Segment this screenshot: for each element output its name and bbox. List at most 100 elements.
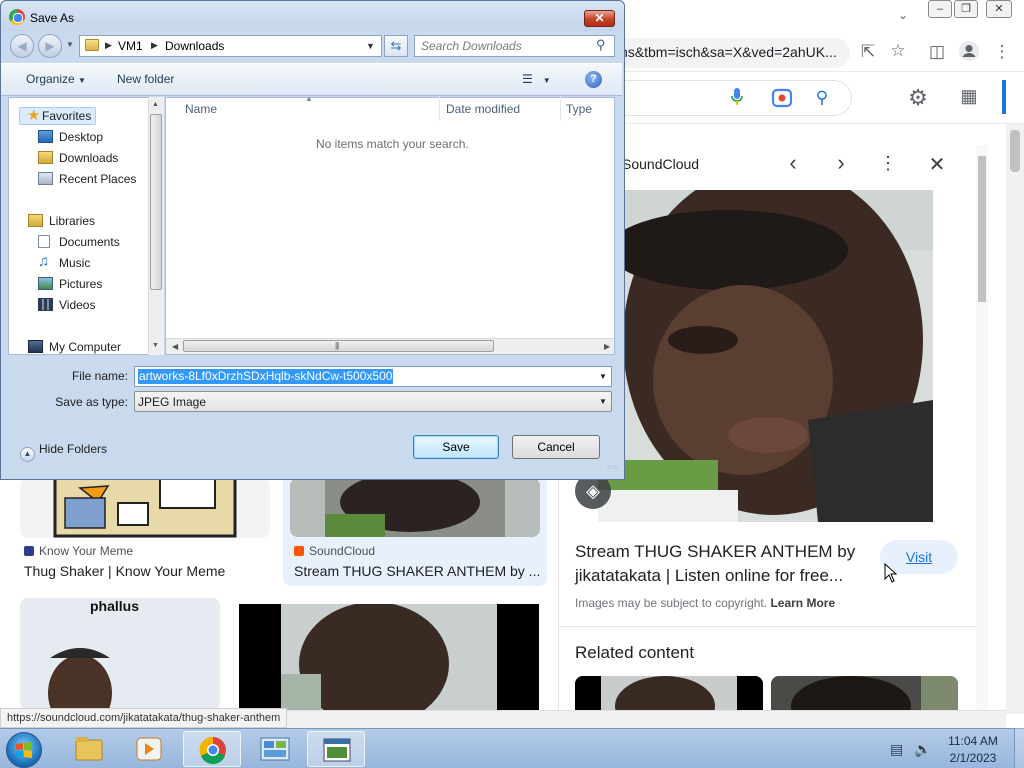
network-icon[interactable]: ▤ [890, 741, 903, 758]
scroll-right-icon[interactable]: ▶ [604, 342, 610, 351]
nav-pictures[interactable]: Pictures [59, 277, 102, 291]
lens-search-icon[interactable] [771, 87, 793, 114]
address-bar-url[interactable]: ns&tbm=isch&sa=X&ved=2ahUK... [620, 44, 837, 60]
settings-gear-icon[interactable]: ⚙ [907, 85, 929, 111]
taskbar-chrome[interactable] [183, 731, 241, 767]
profile-avatar-icon[interactable] [958, 40, 980, 67]
organize-button[interactable]: Organize ▼ [26, 72, 86, 86]
file-explorer-icon [75, 737, 103, 761]
result-thumb-soundcloud[interactable] [290, 478, 540, 537]
chevron-down-icon: ▼ [542, 76, 551, 85]
sort-ascending-icon: ▲ [305, 94, 313, 103]
taskbar-media-player[interactable] [121, 731, 179, 767]
maximize-button[interactable]: ❐ [954, 0, 978, 18]
save-as-type-value[interactable]: JPEG Image [138, 395, 206, 409]
minimize-button[interactable]: – [928, 0, 952, 18]
search-submit-icon[interactable]: ⚲ [811, 88, 833, 108]
result-thumb-3[interactable]: phallus [20, 598, 220, 710]
file-name-value[interactable]: artworks-8Lf0xDrzhSDxHqlb-skNdCw-t500x50… [138, 369, 394, 384]
nav-my-computer[interactable]: My Computer [49, 340, 121, 354]
taskbar-dialog-window[interactable] [307, 731, 365, 767]
nav-music[interactable]: Music [59, 256, 90, 270]
page-scrollbar-thumb[interactable] [1010, 130, 1020, 172]
nav-recent-places[interactable]: Recent Places [59, 172, 136, 186]
learn-more-link[interactable]: Learn More [770, 596, 835, 610]
nav-libraries[interactable]: Libraries [49, 214, 95, 228]
side-panel-icon[interactable]: ◫ [926, 42, 948, 62]
libraries-icon [28, 214, 43, 227]
column-divider[interactable] [439, 97, 440, 121]
file-list-scrollbar-thumb[interactable] [183, 340, 494, 352]
close-window-button[interactable]: ✕ [986, 0, 1012, 18]
close-panel-icon[interactable]: ✕ [925, 152, 949, 177]
scroll-down-icon[interactable]: ▼ [152, 342, 159, 349]
preview-image[interactable] [598, 190, 933, 522]
soundcloud-favicon-icon [294, 546, 304, 556]
search-downloads-input[interactable] [421, 38, 591, 54]
forward-arrow-icon[interactable]: ▶ [38, 34, 62, 58]
bookmark-star-icon[interactable]: ☆ [887, 41, 909, 61]
panel-title[interactable]: Stream THUG SHAKER ANTHEM by jikatatakat… [575, 540, 870, 588]
back-arrow-icon[interactable]: ◀ [10, 34, 34, 58]
result-thumb-4[interactable] [239, 604, 539, 710]
tab-search-chevron-icon[interactable]: ⌄ [898, 8, 908, 22]
nav-pane-scrollbar-thumb[interactable] [150, 114, 162, 290]
new-folder-button[interactable]: New folder [117, 72, 174, 86]
recent-locations-icon[interactable]: ▼ [66, 40, 74, 49]
volume-icon[interactable]: 🔊 [914, 741, 931, 758]
scroll-left-icon[interactable]: ◀ [172, 342, 178, 351]
breadcrumb-chevron-icon[interactable]: ▶ [105, 40, 112, 51]
nav-videos[interactable]: Videos [59, 298, 95, 312]
result-thumb-kym[interactable] [20, 478, 270, 538]
save-as-type-dropdown-icon[interactable]: ▼ [599, 397, 607, 406]
show-desktop-button[interactable] [1014, 728, 1024, 768]
start-button[interactable] [6, 732, 42, 768]
copyright-notice: Images may be subject to copyright. Lear… [575, 596, 835, 610]
nav-desktop[interactable]: Desktop [59, 130, 103, 144]
taskbar-control-panel[interactable] [246, 731, 304, 767]
next-image-icon[interactable]: › [829, 150, 853, 176]
scroll-up-icon[interactable]: ▲ [152, 101, 159, 108]
refresh-icon[interactable]: ⇆ [384, 35, 408, 57]
file-name-dropdown-icon[interactable]: ▼ [599, 372, 607, 381]
related-thumb-1[interactable] [575, 676, 763, 712]
share-icon[interactable]: ⇱ [857, 42, 879, 62]
column-divider[interactable] [560, 97, 561, 121]
panel-scrollbar-thumb[interactable] [978, 156, 986, 302]
apps-grid-icon[interactable]: ▦ [958, 86, 980, 107]
breadcrumb-vm1[interactable]: VM1 [118, 39, 143, 53]
more-options-icon[interactable]: ⋮ [876, 153, 900, 174]
column-header-date-modified[interactable]: Date modified [446, 102, 520, 116]
location-dropdown-icon[interactable]: ▼ [366, 41, 375, 51]
clock-date[interactable]: 2/1/2023 [945, 751, 1001, 765]
search-downloads-box[interactable] [414, 35, 615, 57]
taskbar-explorer[interactable] [60, 731, 118, 767]
nav-documents[interactable]: Documents [59, 235, 120, 249]
result-source-kym: Know Your Meme [24, 544, 133, 558]
voice-search-icon[interactable] [726, 86, 748, 113]
dialog-close-button[interactable]: ✕ [584, 10, 615, 27]
result-title-kym[interactable]: Thug Shaker | Know Your Meme [24, 563, 225, 579]
chrome-menu-icon[interactable]: ⋮ [991, 42, 1013, 62]
breadcrumb-chevron-icon[interactable]: ▶ [151, 40, 158, 51]
breadcrumb-downloads[interactable]: Downloads [165, 39, 224, 53]
save-button[interactable]: Save [413, 435, 499, 459]
dialog-titlebar[interactable] [1, 1, 624, 31]
help-icon[interactable]: ? [585, 71, 602, 88]
cancel-button[interactable]: Cancel [512, 435, 600, 459]
page-vertical-scrollbar[interactable] [1006, 124, 1024, 714]
panel-divider [558, 626, 976, 627]
result-title-soundcloud[interactable]: Stream THUG SHAKER ANTHEM by ... [294, 563, 540, 579]
previous-image-icon[interactable]: ‹ [781, 150, 805, 176]
downloads-folder-icon [38, 151, 53, 164]
change-view-button[interactable]: ☰ ▼ [522, 72, 551, 86]
nav-downloads[interactable]: Downloads [59, 151, 118, 165]
windows-logo-icon [16, 742, 32, 758]
resize-grip-icon[interactable]: ⁘⁘ [606, 463, 618, 472]
hide-folders-button[interactable]: ▲ Hide Folders [20, 442, 107, 462]
clock-time[interactable]: 11:04 AM [945, 734, 1001, 748]
related-thumb-2[interactable] [771, 676, 958, 712]
column-header-type[interactable]: Type [566, 102, 592, 116]
column-header-name[interactable]: Name [185, 102, 217, 116]
search-icon[interactable]: ⚲ [596, 37, 606, 53]
